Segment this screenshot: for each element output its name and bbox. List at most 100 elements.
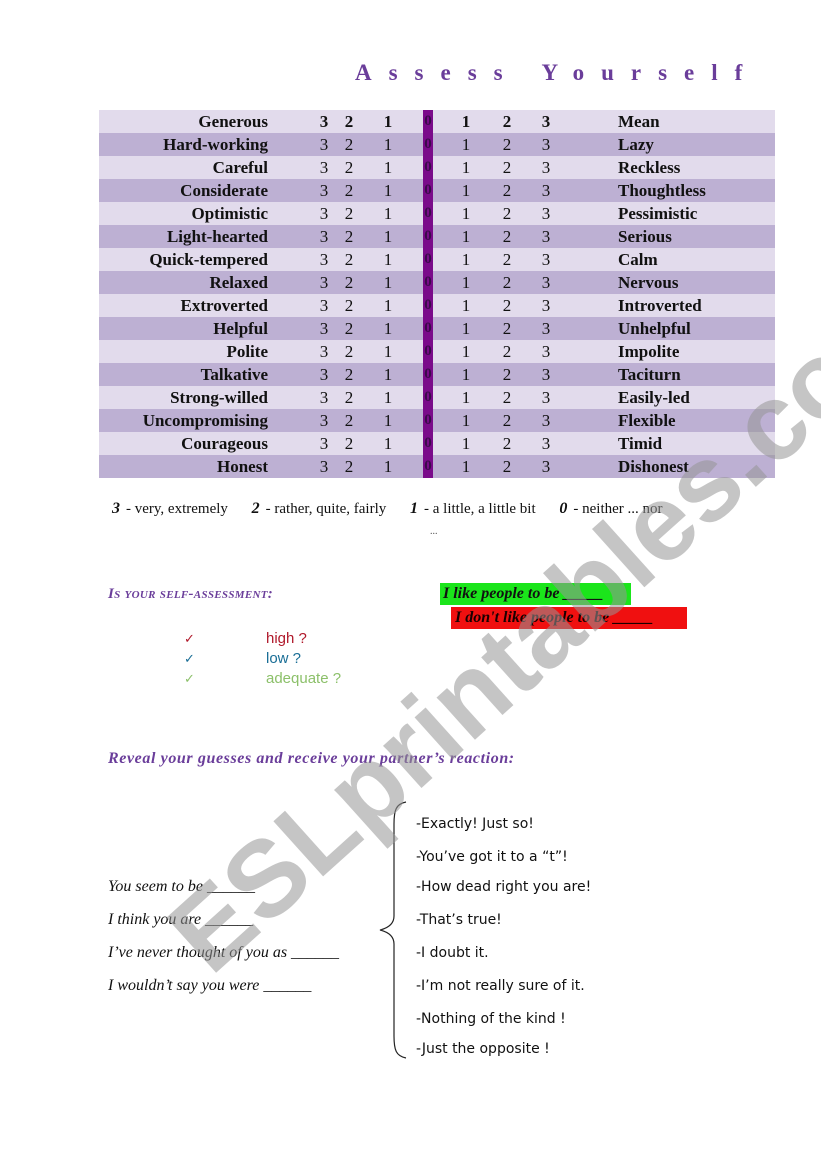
score-right-1[interactable]: 1 xyxy=(459,133,473,156)
score-right-1[interactable]: 1 xyxy=(459,110,473,133)
score-right-2[interactable]: 2 xyxy=(500,248,514,271)
score-right-2[interactable]: 2 xyxy=(500,386,514,409)
score-right-2[interactable]: 2 xyxy=(500,363,514,386)
score-right-3[interactable]: 3 xyxy=(539,248,553,271)
score-right-2[interactable]: 2 xyxy=(500,294,514,317)
score-right-2[interactable]: 2 xyxy=(500,179,514,202)
score-left-3[interactable]: 3 xyxy=(317,179,331,202)
score-left-1[interactable]: 1 xyxy=(381,386,395,409)
score-left-2[interactable]: 2 xyxy=(342,248,356,271)
score-zero[interactable]: 0 xyxy=(423,271,433,294)
score-left-2[interactable]: 2 xyxy=(342,202,356,225)
score-left-3[interactable]: 3 xyxy=(317,340,331,363)
score-right-1[interactable]: 1 xyxy=(459,317,473,340)
score-left-3[interactable]: 3 xyxy=(317,363,331,386)
score-right-3[interactable]: 3 xyxy=(539,133,553,156)
score-left-3[interactable]: 3 xyxy=(317,225,331,248)
score-left-1[interactable]: 1 xyxy=(381,294,395,317)
score-zero[interactable]: 0 xyxy=(423,179,433,202)
score-left-1[interactable]: 1 xyxy=(381,202,395,225)
score-left-2[interactable]: 2 xyxy=(342,156,356,179)
score-left-3[interactable]: 3 xyxy=(317,294,331,317)
score-left-2[interactable]: 2 xyxy=(342,225,356,248)
score-left-3[interactable]: 3 xyxy=(317,133,331,156)
score-left-2[interactable]: 2 xyxy=(342,110,356,133)
score-right-3[interactable]: 3 xyxy=(539,156,553,179)
score-right-1[interactable]: 1 xyxy=(459,225,473,248)
score-right-3[interactable]: 3 xyxy=(539,294,553,317)
score-left-1[interactable]: 1 xyxy=(381,317,395,340)
score-left-1[interactable]: 1 xyxy=(381,340,395,363)
score-left-1[interactable]: 1 xyxy=(381,133,395,156)
score-right-2[interactable]: 2 xyxy=(500,432,514,455)
score-left-1[interactable]: 1 xyxy=(381,363,395,386)
score-left-1[interactable]: 1 xyxy=(381,409,395,432)
score-left-3[interactable]: 3 xyxy=(317,409,331,432)
score-right-1[interactable]: 1 xyxy=(459,294,473,317)
score-zero[interactable]: 0 xyxy=(423,455,433,478)
score-right-2[interactable]: 2 xyxy=(500,156,514,179)
score-right-3[interactable]: 3 xyxy=(539,409,553,432)
score-left-2[interactable]: 2 xyxy=(342,432,356,455)
score-left-3[interactable]: 3 xyxy=(317,156,331,179)
score-left-1[interactable]: 1 xyxy=(381,179,395,202)
score-zero[interactable]: 0 xyxy=(423,409,433,432)
score-zero[interactable]: 0 xyxy=(423,294,433,317)
score-left-1[interactable]: 1 xyxy=(381,248,395,271)
score-left-3[interactable]: 3 xyxy=(317,455,331,478)
score-right-3[interactable]: 3 xyxy=(539,179,553,202)
score-zero[interactable]: 0 xyxy=(423,202,433,225)
score-zero[interactable]: 0 xyxy=(423,363,433,386)
score-right-1[interactable]: 1 xyxy=(459,156,473,179)
score-right-1[interactable]: 1 xyxy=(459,248,473,271)
score-right-2[interactable]: 2 xyxy=(500,340,514,363)
score-right-3[interactable]: 3 xyxy=(539,340,553,363)
score-left-2[interactable]: 2 xyxy=(342,294,356,317)
score-left-3[interactable]: 3 xyxy=(317,386,331,409)
score-left-3[interactable]: 3 xyxy=(317,202,331,225)
score-zero[interactable]: 0 xyxy=(423,225,433,248)
score-right-1[interactable]: 1 xyxy=(459,455,473,478)
score-right-2[interactable]: 2 xyxy=(500,110,514,133)
score-right-1[interactable]: 1 xyxy=(459,202,473,225)
score-right-1[interactable]: 1 xyxy=(459,340,473,363)
score-zero[interactable]: 0 xyxy=(423,248,433,271)
score-right-3[interactable]: 3 xyxy=(539,225,553,248)
score-right-1[interactable]: 1 xyxy=(459,386,473,409)
score-left-3[interactable]: 3 xyxy=(317,271,331,294)
score-left-1[interactable]: 1 xyxy=(381,156,395,179)
score-zero[interactable]: 0 xyxy=(423,432,433,455)
score-left-2[interactable]: 2 xyxy=(342,409,356,432)
score-left-1[interactable]: 1 xyxy=(381,110,395,133)
score-right-3[interactable]: 3 xyxy=(539,271,553,294)
score-zero[interactable]: 0 xyxy=(423,133,433,156)
score-right-3[interactable]: 3 xyxy=(539,386,553,409)
score-zero[interactable]: 0 xyxy=(423,156,433,179)
score-right-2[interactable]: 2 xyxy=(500,409,514,432)
score-left-2[interactable]: 2 xyxy=(342,386,356,409)
score-left-2[interactable]: 2 xyxy=(342,179,356,202)
score-right-1[interactable]: 1 xyxy=(459,363,473,386)
score-right-2[interactable]: 2 xyxy=(500,202,514,225)
score-right-2[interactable]: 2 xyxy=(500,455,514,478)
score-left-1[interactable]: 1 xyxy=(381,225,395,248)
score-right-3[interactable]: 3 xyxy=(539,202,553,225)
score-right-2[interactable]: 2 xyxy=(500,133,514,156)
score-left-2[interactable]: 2 xyxy=(342,317,356,340)
score-right-2[interactable]: 2 xyxy=(500,271,514,294)
score-right-1[interactable]: 1 xyxy=(459,179,473,202)
score-left-1[interactable]: 1 xyxy=(381,432,395,455)
score-right-1[interactable]: 1 xyxy=(459,271,473,294)
score-right-2[interactable]: 2 xyxy=(500,317,514,340)
score-left-2[interactable]: 2 xyxy=(342,363,356,386)
score-left-2[interactable]: 2 xyxy=(342,271,356,294)
score-right-3[interactable]: 3 xyxy=(539,317,553,340)
score-left-3[interactable]: 3 xyxy=(317,248,331,271)
score-left-3[interactable]: 3 xyxy=(317,317,331,340)
score-zero[interactable]: 0 xyxy=(423,317,433,340)
score-right-3[interactable]: 3 xyxy=(539,455,553,478)
score-right-1[interactable]: 1 xyxy=(459,432,473,455)
score-zero[interactable]: 0 xyxy=(423,340,433,363)
score-left-2[interactable]: 2 xyxy=(342,455,356,478)
score-left-1[interactable]: 1 xyxy=(381,271,395,294)
